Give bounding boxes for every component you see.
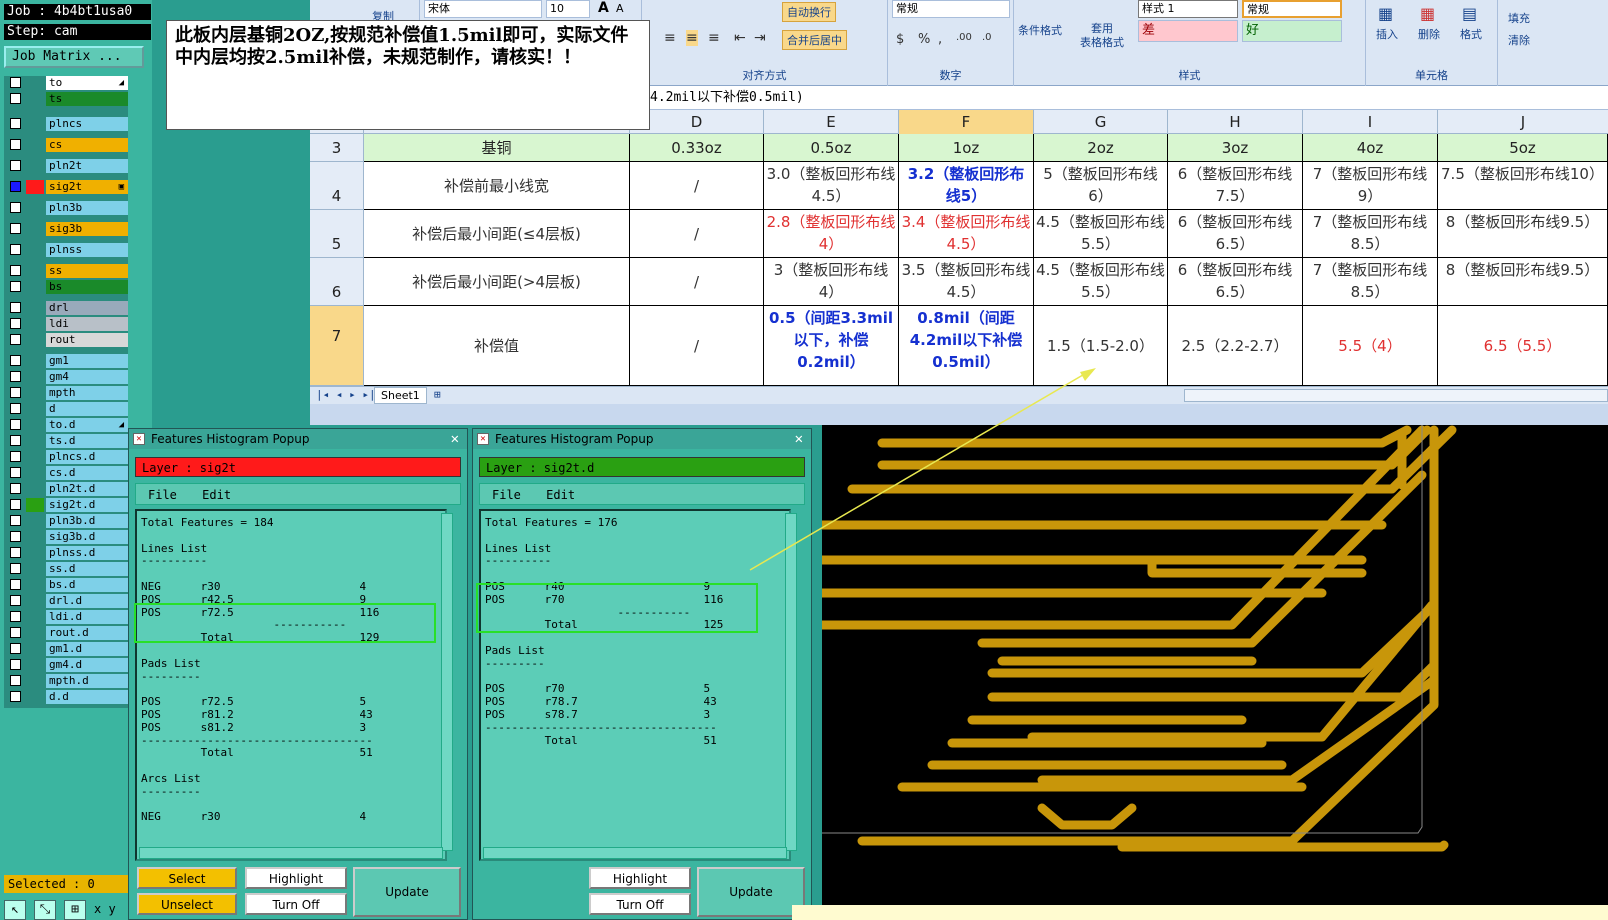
annotation-arrow [749,368,1096,571]
